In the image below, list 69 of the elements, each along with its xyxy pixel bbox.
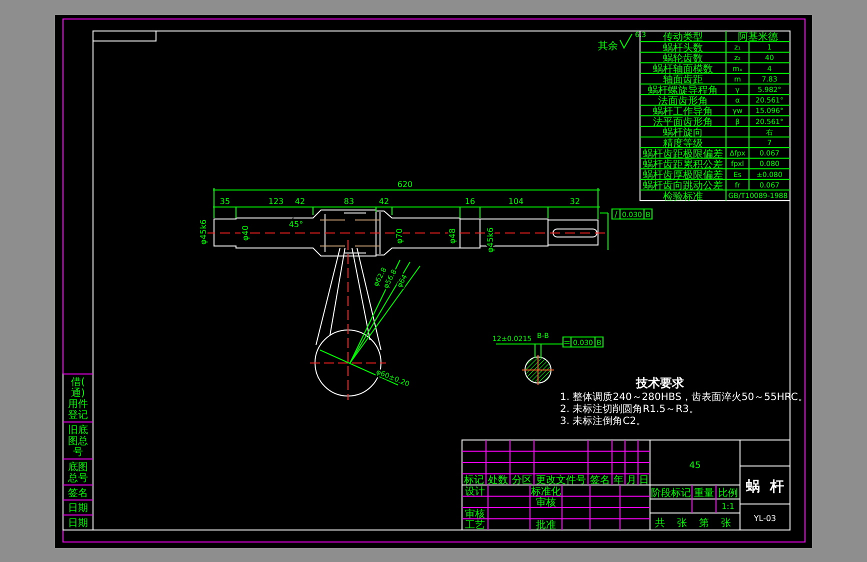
title-block-label: 重量 [694,488,714,499]
side-strip-label: 借(通)用件登记 [68,377,88,421]
title-block-label: 年 [614,475,624,486]
table-cell: 法平面齿形角 [653,117,713,128]
table-cell: 检验标准 [663,191,703,202]
tech-requirement: 3. 未标注倒角C2。 [560,416,646,427]
dimension-label: 104 [508,197,524,206]
dimension-label: 45° [288,220,304,229]
part-name: 蜗 杆 [746,479,784,495]
table-cell: 蜗杆齿距累积公差 [643,160,723,170]
title-block-label: 签名 [590,475,610,486]
title-block-label: 张 [677,518,687,529]
side-strip-label: 日期 [68,503,88,514]
title-block-label: 审核 [465,508,485,520]
table-cell: 精度等级 [663,138,703,150]
table-cell: 轴面齿距 [663,74,703,86]
title-block-label: 张 [721,518,731,529]
dimension-label: 620 [397,180,413,189]
table-cell: 蜗杆齿向跳动公差 [643,180,723,192]
dimension-label: 32 [570,197,580,206]
title-block-label: 比例 [718,488,738,499]
title-block-label: 第 [699,518,709,529]
title-block-label: 日 [639,475,649,486]
title-block-label: 批准 [536,520,556,531]
dimension-label: 16 [464,197,476,206]
table-cell: 蜗杆工作导角 [653,106,713,118]
table-cell: 蜗轮齿数 [663,54,703,64]
title-block-label: 标记 [464,475,484,486]
title-block-label: 分区 [512,475,532,486]
roughness-note-label: 其余 [598,41,618,52]
title-block-label: 设计 [465,486,485,498]
table-cell: 蜗杆轴面模数 [653,64,713,76]
tolerance-symbol: = [564,338,570,347]
material-label: 45 [689,461,701,471]
dimension-label: φ70 [395,228,404,244]
table-cell: 蜗杆旋向 [663,128,703,139]
dimension-label: φ45k6 [486,227,495,253]
title-block-label: 审核 [536,498,556,508]
dimension-label: 42 [294,197,306,206]
tech-requirements-title: 技术要求 [636,376,684,390]
title-block-label: 标准化 [531,486,561,498]
side-strip-label: 底图总号 [68,462,88,484]
side-strip-label: 旧底图总号 [68,425,88,458]
dimension-label: 83 [344,197,354,206]
tech-requirement: 2. 未标注切削圆角R1.5～R3。 [560,404,699,415]
table-cell: 蜗杆螺旋导程角 [648,85,718,96]
table-cell: 法面齿形角 [658,96,708,107]
dimension-label: φ48 [448,228,457,244]
dimension-label: 42 [378,197,390,206]
scale-label: 1:1 [722,502,734,511]
drawing-number: YL-03 [754,514,776,523]
table-header: 阿基米德 [738,32,778,43]
dimension-label: 35 [220,197,230,206]
dimension-label: φ40 [241,225,250,241]
title-block-label: 处数 [488,475,508,486]
tolerance-symbol: / [614,210,618,219]
title-block-label: 阶段标记 [651,488,691,499]
table-cell: 蜗杆齿距极限偏差 [643,148,723,160]
dimension-label: φ45k6 [199,219,208,245]
title-block-label: 工艺 [465,520,485,531]
table-cell: 蜗杆头数 [663,42,703,54]
title-block-label: 更改文件号 [536,475,586,486]
side-strip-label: 日期 [68,518,88,529]
side-strip-label: 签名 [68,488,88,499]
table-header: 传动类型 [663,32,703,43]
title-block-label: 月 [626,475,636,486]
table-cell: 蜗杆齿厚极限偏差 [643,170,723,182]
dimension-label: 123 [268,197,284,206]
title-block-label: 共 [655,518,665,529]
